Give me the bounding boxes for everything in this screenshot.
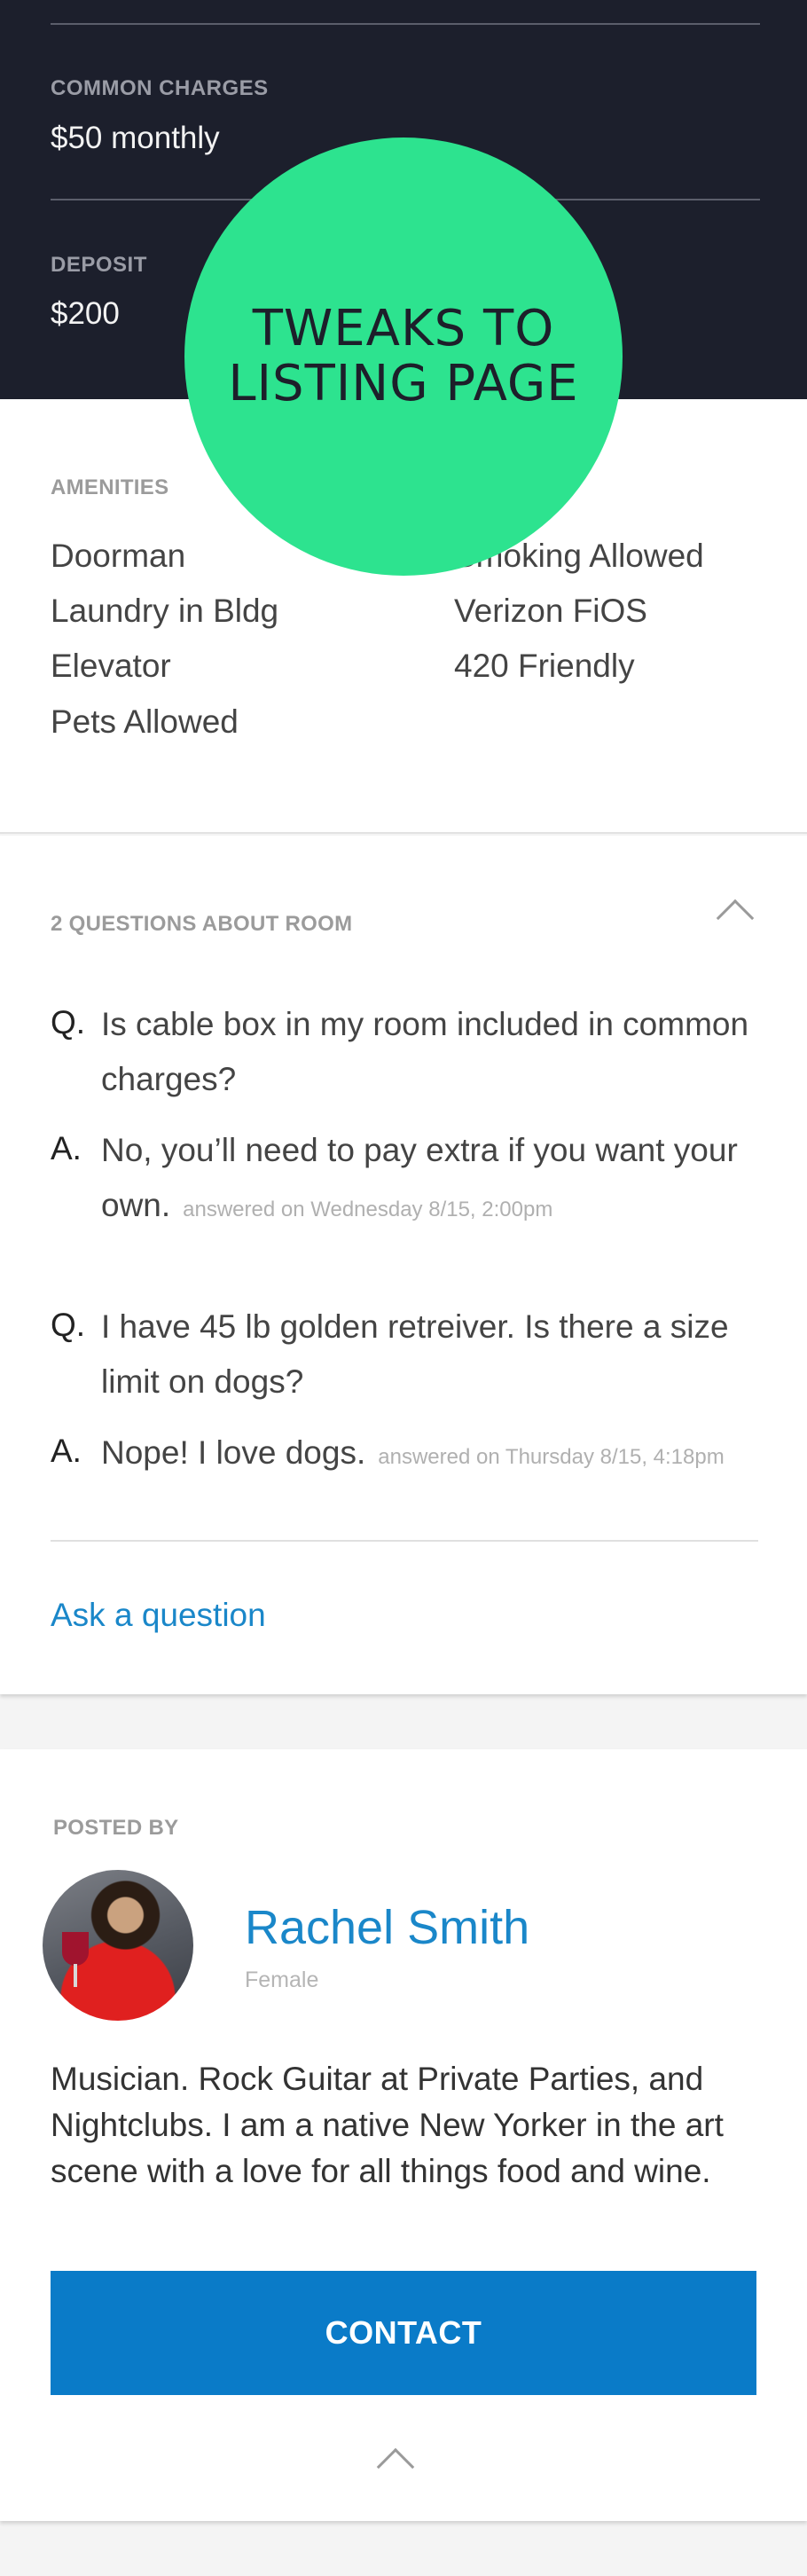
amenity-item: Pets Allowed xyxy=(51,703,239,740)
posted-by-label: POSTED BY xyxy=(53,1816,179,1840)
common-charges-label: COMMON CHARGES xyxy=(51,76,269,100)
answered-timestamp: answered on Wednesday 8/15, 2:00pm xyxy=(183,1198,553,1221)
question-text: Is cable box in my room included in comm… xyxy=(101,1006,749,1097)
answered-timestamp: answered on Thursday 8/15, 4:18pm xyxy=(378,1445,725,1469)
avatar[interactable] xyxy=(43,1870,193,2021)
answer-text: Nope! I love dogs. xyxy=(101,1434,366,1471)
wine-glass-stem xyxy=(74,1964,77,1987)
deposit-value: $200 xyxy=(51,296,120,331)
question-text: I have 45 lb golden retreiver. Is there … xyxy=(101,1308,729,1400)
badge-line-1: TWEAKS TO xyxy=(252,300,555,357)
questions-card xyxy=(0,836,807,1694)
amenities-label: AMENITIES xyxy=(51,475,169,499)
poster-name[interactable]: Rachel Smith xyxy=(245,1900,529,1955)
amenity-item: 420 Friendly xyxy=(454,648,635,684)
divider xyxy=(51,23,760,25)
poster-gender: Female xyxy=(245,1967,319,1992)
amenity-item: Laundry in Bldg xyxy=(51,593,279,629)
common-charges-value: $50 monthly xyxy=(51,121,220,155)
amenity-item: Elevator xyxy=(51,648,171,684)
deposit-label: DEPOSIT xyxy=(51,253,147,277)
answer-prefix: A. xyxy=(51,1433,82,1469)
answer-block: No, you’ll need to pay extra if you want… xyxy=(101,1123,757,1237)
ask-question-link[interactable]: Ask a question xyxy=(51,1597,266,1634)
answer-prefix: A. xyxy=(51,1130,82,1166)
badge-line-2: LISTING PAGE xyxy=(228,355,579,412)
wine-glass-shape xyxy=(62,1932,89,1966)
question-prefix: Q. xyxy=(51,1004,86,1041)
contact-button[interactable]: CONTACT xyxy=(51,2271,756,2395)
tweaks-badge: TWEAKS TO LISTING PAGE xyxy=(184,137,623,576)
questions-header: 2 QUESTIONS ABOUT ROOM xyxy=(51,912,353,936)
amenity-item: Verizon FiOS xyxy=(454,593,647,629)
poster-bio: Musician. Rock Guitar at Private Parties… xyxy=(51,2061,724,2189)
divider xyxy=(51,1540,758,1542)
answer-block: Nope! I love dogs. answered on Thursday 8… xyxy=(101,1425,757,1485)
amenity-item: Doorman xyxy=(51,538,186,574)
question-prefix: Q. xyxy=(51,1307,86,1343)
